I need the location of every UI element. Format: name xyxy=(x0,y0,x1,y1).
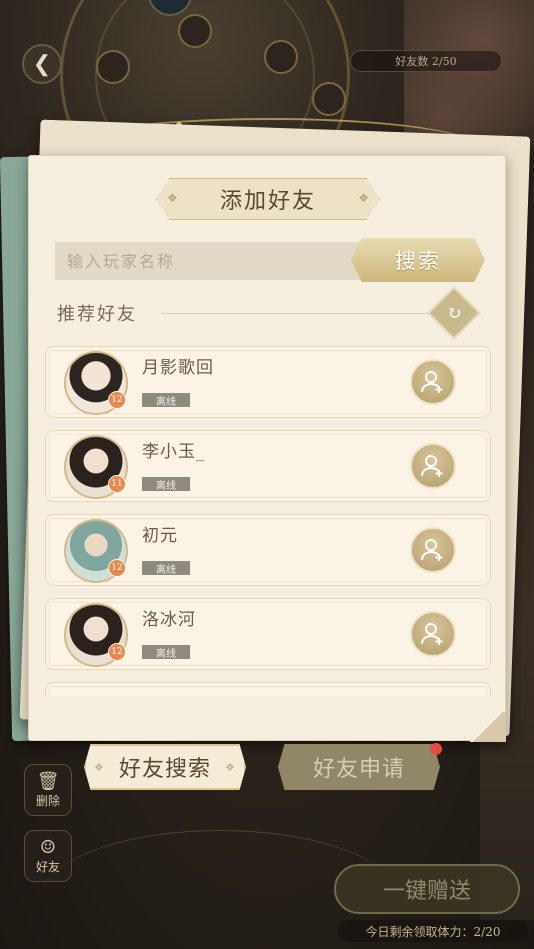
add-friend-button[interactable] xyxy=(410,611,456,657)
player-name-input[interactable] xyxy=(55,242,375,280)
dialog-title-plaque: ❖ 添加好友 ❖ xyxy=(156,178,380,220)
level-badge: 12 xyxy=(108,391,126,409)
tab-friend-search-label: 好友搜索 xyxy=(118,757,211,782)
status-badge: 离线 xyxy=(142,477,190,492)
friend-card: 11 李小玉_ 离线 xyxy=(45,430,491,502)
back-button[interactable]: ❮ xyxy=(22,44,62,84)
diamond-ornament-icon: ❖ xyxy=(167,191,178,205)
background-ornament xyxy=(312,82,346,116)
tab-friend-search[interactable]: ❖ 好友搜索 ❖ xyxy=(84,744,246,790)
friend-name: 初元 xyxy=(142,526,178,546)
add-friend-button[interactable] xyxy=(410,443,456,489)
diamond-ornament-icon: ❖ xyxy=(358,191,369,205)
refresh-icon: ↻ xyxy=(446,302,462,324)
notification-dot xyxy=(430,743,442,755)
status-badge: 离线 xyxy=(142,393,190,408)
status-badge: 离线 xyxy=(142,645,190,660)
add-user-icon xyxy=(421,539,443,561)
background-ornament xyxy=(264,40,298,74)
friend-card: 12 月影歌回 离线 xyxy=(45,346,491,418)
tab-friend-requests-label: 好友申请 xyxy=(312,757,405,782)
background-ornament xyxy=(178,14,212,48)
friend-card-partial xyxy=(45,682,491,696)
add-user-icon xyxy=(421,455,443,477)
background-ornament xyxy=(96,50,130,84)
tab-friend-requests[interactable]: 好友申请 xyxy=(278,744,440,790)
delete-friend-label: 删除 xyxy=(35,793,60,808)
back-arrow-icon: ❮ xyxy=(32,51,52,77)
add-user-icon xyxy=(421,623,443,645)
diamond-ornament-icon: ❖ xyxy=(225,760,236,774)
friend-name: 洛冰河 xyxy=(142,610,196,630)
delete-friend-button[interactable]: 🗑 删除 xyxy=(24,764,72,816)
level-badge: 12 xyxy=(108,559,126,577)
add-friend-dialog: ❖ 添加好友 ❖ 搜索 推荐好友 ↻ 12 月影歌回 离线 xyxy=(28,155,506,741)
stamina-remaining-text: 今日剩余领取体力：2/20 xyxy=(338,920,528,942)
level-badge: 12 xyxy=(108,643,126,661)
trash-icon: 🗑 xyxy=(36,770,60,792)
friend-name: 月影歌回 xyxy=(142,358,214,378)
friend-card: 12 初元 离线 xyxy=(45,514,491,586)
person-icon: ☺ xyxy=(39,836,57,858)
page-curl xyxy=(470,712,506,742)
friend-count-pill: 好友数 2/50 xyxy=(350,50,502,72)
recommend-header: 推荐好友 ↻ xyxy=(57,286,481,340)
search-button[interactable]: 搜索 xyxy=(351,238,485,282)
add-friend-button[interactable] xyxy=(410,359,456,405)
diamond-ornament-icon: ❖ xyxy=(94,760,105,774)
recommended-friend-list[interactable]: 12 月影歌回 离线 11 李小玉_ 离线 12 初元 离线 12 洛冰河 离线 xyxy=(45,346,491,696)
refresh-button[interactable]: ↻ xyxy=(427,286,481,340)
level-badge: 11 xyxy=(108,475,126,493)
add-friend-button[interactable] xyxy=(410,527,456,573)
gift-all-button[interactable]: 一键赠送 xyxy=(334,864,520,914)
friend-card: 12 洛冰河 离线 xyxy=(45,598,491,670)
add-user-icon xyxy=(421,371,443,393)
friend-name: 李小玉_ xyxy=(142,442,206,462)
recommend-label: 推荐好友 xyxy=(57,304,137,325)
search-row: 搜索 xyxy=(55,238,485,282)
dialog-title: 添加好友 xyxy=(219,189,316,214)
status-badge: 离线 xyxy=(142,561,190,576)
divider xyxy=(161,313,451,314)
